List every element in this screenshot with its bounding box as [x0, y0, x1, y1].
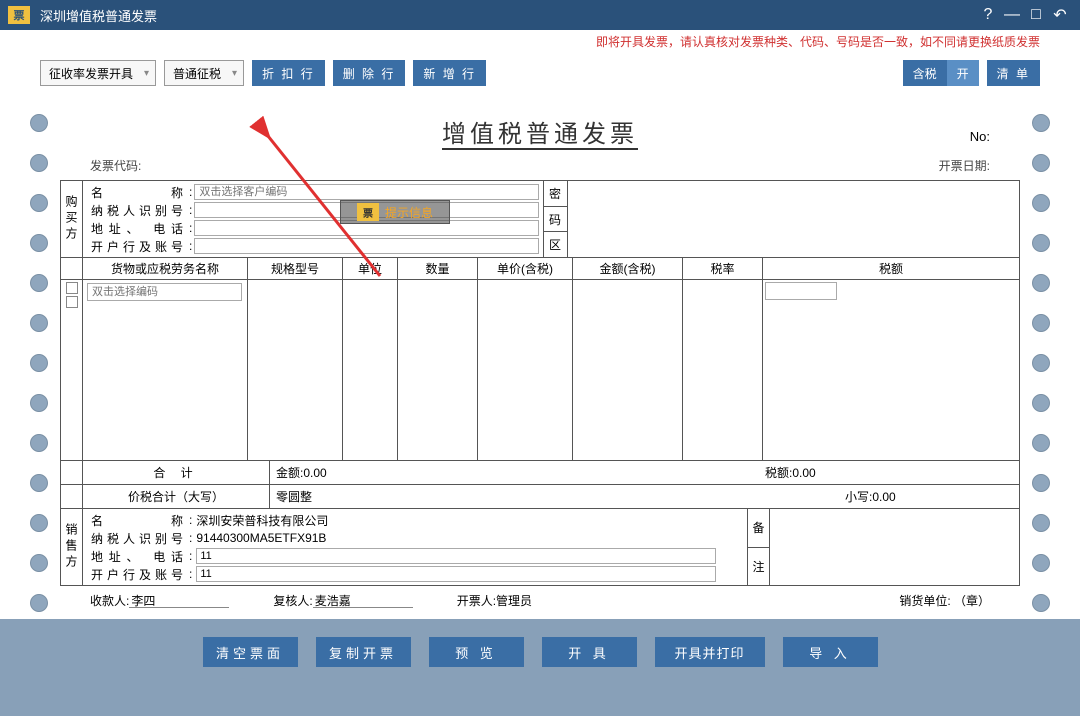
punch-holes-right [1032, 114, 1050, 612]
items-body [83, 280, 1019, 460]
item-unit-cell[interactable] [343, 280, 398, 460]
buyer-section-label: 购买方 [61, 181, 83, 257]
total-label: 合 计 [83, 461, 270, 484]
sales-unit-label: 销货单位: （章） [899, 592, 990, 609]
title-bar: 票 深圳增值税普通发票 ? — □ ↶ [0, 0, 1080, 30]
item-tax-cell[interactable] [763, 280, 1019, 460]
copy-issue-button[interactable]: 复制开票 [316, 637, 411, 667]
issue-button[interactable]: 开 具 [542, 637, 637, 667]
seller-section-label: 销售方 [61, 509, 83, 585]
invoice-no-label: No: [970, 129, 990, 144]
capital-value: 零圆整 [270, 485, 839, 508]
add-row-button[interactable]: 新 增 行 [413, 60, 486, 86]
import-button[interactable]: 导 入 [783, 637, 878, 667]
total-amount: 金额:0.00 [270, 461, 759, 484]
buyer-addr-input[interactable] [194, 220, 538, 236]
total-tax: 税额:0.00 [759, 461, 1019, 484]
window-title: 深圳增值税普通发票 [40, 6, 157, 25]
reviewer-input[interactable] [313, 593, 413, 608]
remark-area[interactable] [769, 509, 1019, 585]
toolbar: 征收率发票开具 普通征税 折 扣 行 删 除 行 新 增 行 含税 开 清 单 [40, 60, 1040, 86]
discount-row-button[interactable]: 折 扣 行 [252, 60, 325, 86]
buyer-bank-input[interactable] [194, 238, 538, 254]
back-icon[interactable]: ↶ [1048, 5, 1072, 25]
punch-holes-left [30, 114, 48, 612]
tax-type-dropdown[interactable]: 普通征税 [164, 60, 244, 86]
maximize-icon[interactable]: □ [1024, 6, 1048, 24]
capital-label: 价税合计（大写） [83, 485, 270, 508]
invoice-form: 增值税普通发票 No: 发票代码: 开票日期: 购买方 名 称: 纳税人识别号:… [40, 96, 1040, 619]
seller-name: 深圳安荣普科技有限公司 [194, 512, 743, 529]
items-header: 货物或应税劳务名称 规格型号 单位 数量 单价(含税) 金额(含税) 税率 税额 [83, 258, 1019, 280]
row-checkboxes[interactable] [61, 280, 83, 460]
item-name-input[interactable] [87, 283, 242, 301]
list-button[interactable]: 清 单 [987, 60, 1040, 86]
minimize-icon[interactable]: — [1000, 6, 1024, 24]
clear-button[interactable]: 清空票面 [203, 637, 298, 667]
invoice-code-label: 发票代码: [90, 157, 141, 174]
warning-text: 即将开具发票，请认真核对发票种类、代码、号码是否一致，如不同请更换纸质发票 [596, 33, 1040, 50]
bottom-toolbar: 清空票面 复制开票 预 览 开 具 开具并打印 导 入 [0, 625, 1080, 683]
help-icon[interactable]: ? [976, 6, 1000, 24]
issue-print-button[interactable]: 开具并打印 [655, 637, 765, 667]
password-area [567, 181, 1020, 257]
delete-row-button[interactable]: 删 除 行 [333, 60, 406, 86]
preview-button[interactable]: 预 览 [429, 637, 524, 667]
seller-bank-input[interactable] [196, 566, 716, 582]
lowercase-total: 小写:0.00 [839, 485, 1019, 508]
tax-inclusive-toggle[interactable]: 含税 开 [903, 60, 979, 86]
app-logo-icon: 票 [8, 6, 30, 24]
buyer-name-input[interactable] [194, 184, 538, 200]
invoice-date-label: 开票日期: [939, 157, 990, 174]
item-qty-cell[interactable] [398, 280, 478, 460]
item-price-cell[interactable] [478, 280, 573, 460]
item-amount-cell[interactable] [573, 280, 683, 460]
row-checkbox-column [61, 258, 83, 280]
buyer-taxid-input[interactable] [194, 202, 538, 218]
seller-addr-input[interactable] [196, 548, 716, 564]
item-spec-cell[interactable] [248, 280, 343, 460]
issuer-value: 管理员 [496, 592, 532, 609]
seller-taxid: 91440300MA5ETFX91B [194, 531, 743, 545]
item-rate-cell[interactable] [683, 280, 763, 460]
payee-input[interactable] [129, 593, 229, 608]
invoice-title: 增值税普通发票 [60, 106, 1020, 153]
warning-bar: 即将开具发票，请认真核对发票种类、代码、号码是否一致，如不同请更换纸质发票 [0, 30, 1080, 52]
levy-rate-dropdown[interactable]: 征收率发票开具 [40, 60, 156, 86]
